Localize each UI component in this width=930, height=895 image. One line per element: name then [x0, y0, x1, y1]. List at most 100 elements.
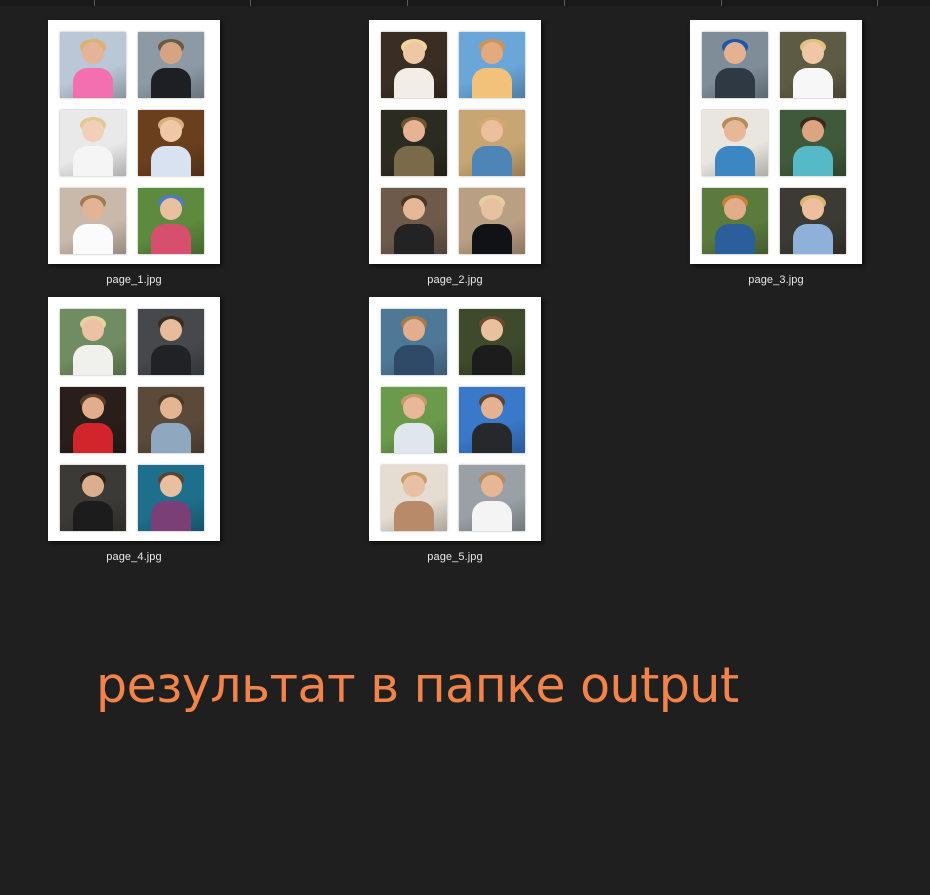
photo-face — [403, 397, 425, 419]
photo-clothing — [793, 146, 833, 176]
photo-clothing — [715, 224, 755, 254]
file-name-label: page_1.jpg — [106, 274, 162, 286]
column-header-bar — [0, 0, 930, 6]
collage-photo — [459, 188, 525, 254]
photo-face — [160, 475, 182, 497]
collage-photo — [702, 188, 768, 254]
collage-photo — [60, 110, 126, 176]
collage-photo — [138, 465, 204, 531]
photo-clothing — [73, 501, 113, 531]
photo-face — [403, 120, 425, 142]
photo-face — [481, 198, 503, 220]
photo-face — [160, 120, 182, 142]
photo-clothing — [715, 68, 755, 98]
photo-face — [403, 42, 425, 64]
photo-clothing — [472, 224, 512, 254]
collage-photo — [60, 188, 126, 254]
photo-face — [481, 42, 503, 64]
collage-photo — [381, 309, 447, 375]
photo-face — [724, 120, 746, 142]
collage-photo — [60, 465, 126, 531]
collage-photo — [381, 387, 447, 453]
collage-photo — [381, 188, 447, 254]
column-divider[interactable] — [721, 0, 722, 6]
photo-face — [481, 397, 503, 419]
photo-clothing — [73, 224, 113, 254]
collage-photo — [138, 32, 204, 98]
file-item-page-4[interactable]: page_4.jpg — [48, 297, 220, 569]
photo-clothing — [394, 68, 434, 98]
collage-photo — [459, 387, 525, 453]
photo-clothing — [151, 423, 191, 453]
file-thumbnail[interactable] — [48, 297, 220, 541]
photo-clothing — [472, 423, 512, 453]
photo-clothing — [151, 501, 191, 531]
collage-photo — [459, 465, 525, 531]
photo-face — [82, 120, 104, 142]
photo-face — [160, 397, 182, 419]
photo-clothing — [73, 423, 113, 453]
photo-face — [481, 120, 503, 142]
file-thumbnail[interactable] — [369, 20, 541, 264]
photo-clothing — [151, 224, 191, 254]
collage-photo — [702, 110, 768, 176]
column-divider[interactable] — [564, 0, 565, 6]
collage-photo — [459, 32, 525, 98]
photo-face — [82, 397, 104, 419]
file-item-page-2[interactable]: page_2.jpg — [369, 20, 541, 292]
photo-clothing — [394, 501, 434, 531]
collage-photo — [702, 32, 768, 98]
collage-photo — [459, 110, 525, 176]
photo-face — [403, 319, 425, 341]
photo-clothing — [472, 146, 512, 176]
file-thumbnail[interactable] — [369, 297, 541, 541]
file-thumbnail[interactable] — [48, 20, 220, 264]
photo-clothing — [793, 68, 833, 98]
collage-photo — [138, 188, 204, 254]
photo-face — [724, 198, 746, 220]
collage-photo — [780, 110, 846, 176]
collage-photo — [138, 387, 204, 453]
photo-face — [481, 475, 503, 497]
photo-clothing — [472, 345, 512, 375]
photo-clothing — [394, 146, 434, 176]
photo-clothing — [73, 146, 113, 176]
photo-face — [160, 42, 182, 64]
photo-face — [802, 198, 824, 220]
result-caption: результат в папке output — [96, 657, 739, 714]
file-name-label: page_5.jpg — [427, 551, 483, 563]
file-thumbnail[interactable] — [690, 20, 862, 264]
collage-photo — [381, 110, 447, 176]
photo-face — [403, 198, 425, 220]
photo-clothing — [151, 146, 191, 176]
file-name-label: page_3.jpg — [748, 274, 804, 286]
collage-photo — [60, 32, 126, 98]
collage-photo — [381, 465, 447, 531]
file-item-page-5[interactable]: page_5.jpg — [369, 297, 541, 569]
file-name-label: page_2.jpg — [427, 274, 483, 286]
collage-photo — [138, 309, 204, 375]
column-divider[interactable] — [250, 0, 251, 6]
photo-clothing — [472, 501, 512, 531]
photo-clothing — [715, 146, 755, 176]
collage-photo — [60, 387, 126, 453]
file-name-label: page_4.jpg — [106, 551, 162, 563]
photo-face — [724, 42, 746, 64]
column-divider[interactable] — [877, 0, 878, 6]
photo-face — [82, 319, 104, 341]
photo-clothing — [73, 345, 113, 375]
column-divider[interactable] — [94, 0, 95, 6]
photo-clothing — [73, 68, 113, 98]
photo-face — [160, 198, 182, 220]
file-item-page-1[interactable]: page_1.jpg — [48, 20, 220, 292]
photo-face — [481, 319, 503, 341]
photo-face — [802, 120, 824, 142]
column-divider[interactable] — [407, 0, 408, 6]
photo-face — [160, 319, 182, 341]
photo-face — [82, 198, 104, 220]
collage-photo — [780, 32, 846, 98]
file-item-page-3[interactable]: page_3.jpg — [690, 20, 862, 292]
photo-face — [403, 475, 425, 497]
photo-clothing — [151, 345, 191, 375]
collage-photo — [459, 309, 525, 375]
